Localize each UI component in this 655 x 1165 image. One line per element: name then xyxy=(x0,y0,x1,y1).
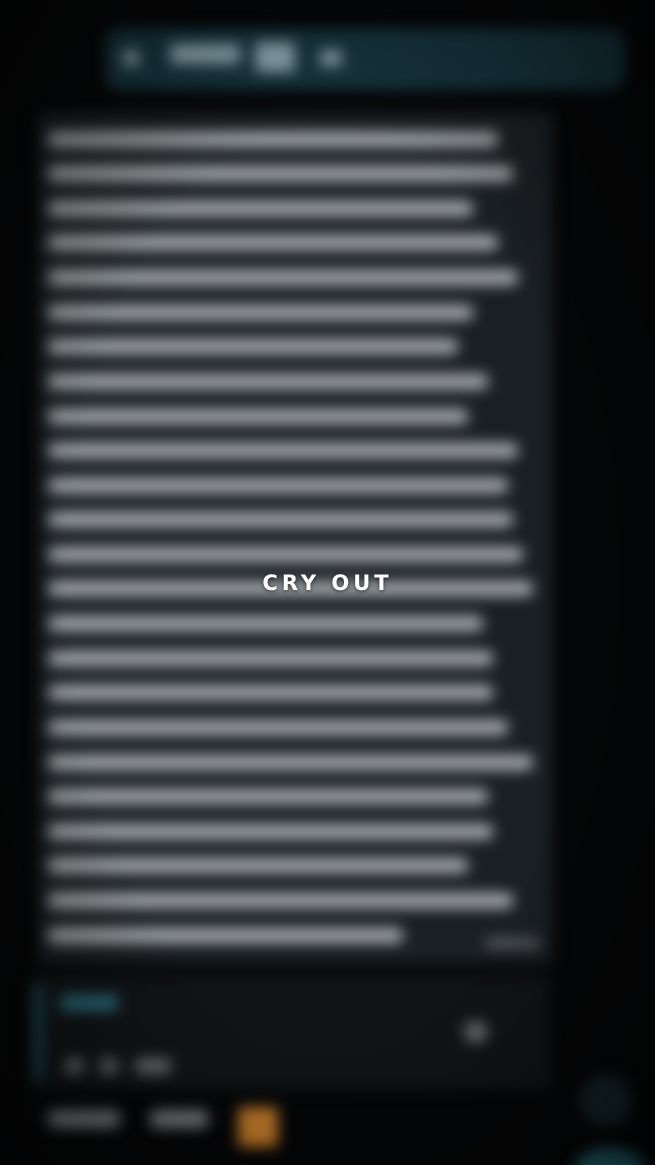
caption-title: CRY OUT xyxy=(262,571,393,595)
